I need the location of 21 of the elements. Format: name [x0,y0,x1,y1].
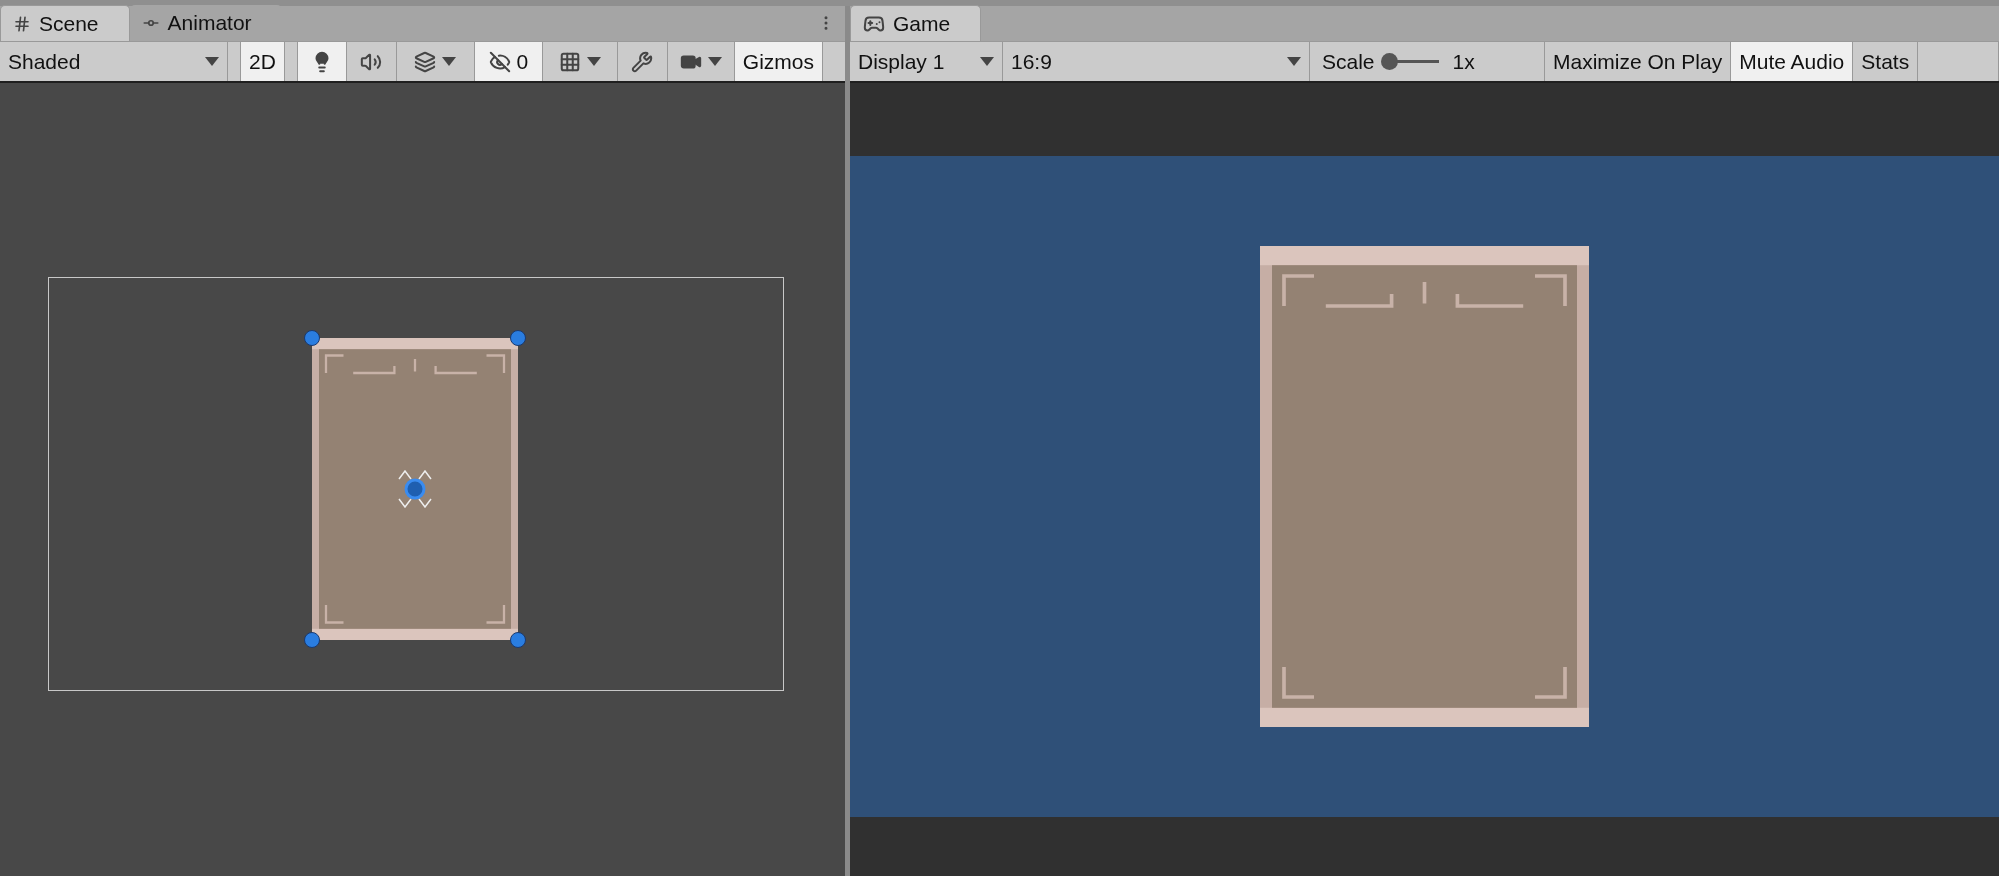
lighting-toggle[interactable] [296,42,347,81]
scale-label: Scale [1322,49,1375,74]
caret-icon [586,56,601,67]
scale-reading: 1x [1452,49,1475,74]
toggle-button[interactable]: Gizmos [734,42,824,81]
tab[interactable]: Scene [0,5,130,41]
caret-icon [980,56,994,67]
toggle-button[interactable]: Mute Audio [1731,42,1854,81]
caret-icon [1287,56,1301,67]
visibility-toggle[interactable]: 0 [474,42,543,81]
grid-icon [13,14,31,33]
slider-thumb[interactable] [1380,53,1398,70]
toggle-button[interactable]: 2D [240,42,285,81]
grid-icon [558,50,581,73]
wrench-icon [631,50,654,73]
eye-off-icon [488,50,511,73]
layers-icon [414,50,437,73]
caret-icon [707,56,722,67]
caret-icon [442,56,457,67]
tab[interactable]: Game [850,5,982,41]
caret-icon [205,56,219,67]
